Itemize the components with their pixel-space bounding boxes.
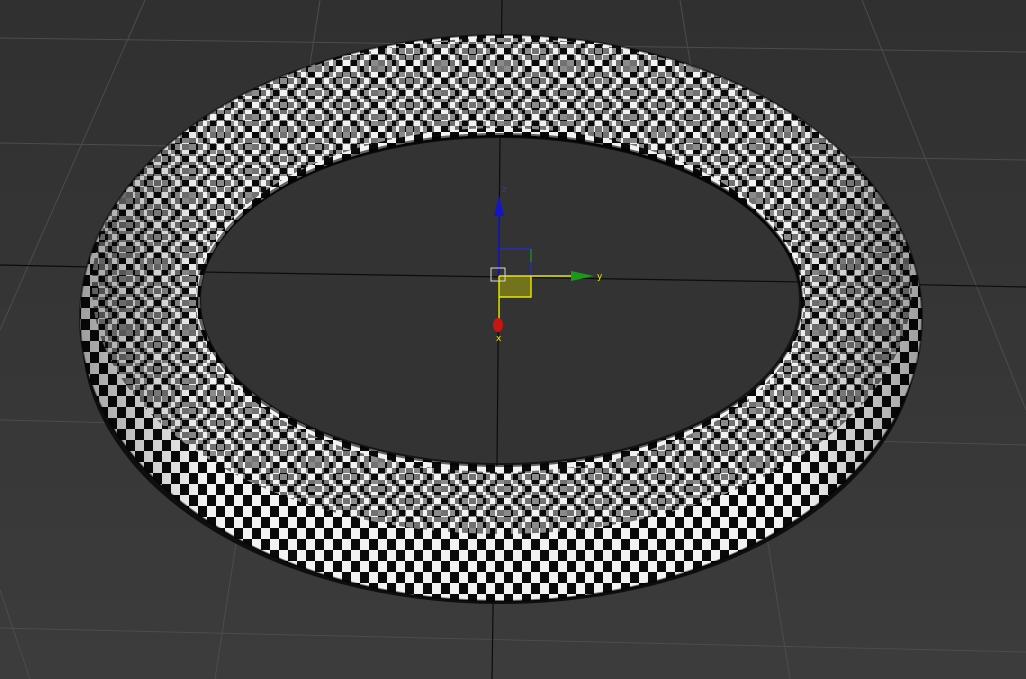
x-axis-arrow-icon <box>493 318 503 332</box>
viewport-canvas[interactable]: z y x <box>0 0 1026 679</box>
z-axis-label: z <box>502 185 507 195</box>
3d-viewport[interactable]: z y x <box>0 0 1026 679</box>
y-axis-label: y <box>597 272 603 282</box>
xy-plane-handle[interactable] <box>499 276 531 297</box>
x-axis-label: x <box>496 334 502 344</box>
